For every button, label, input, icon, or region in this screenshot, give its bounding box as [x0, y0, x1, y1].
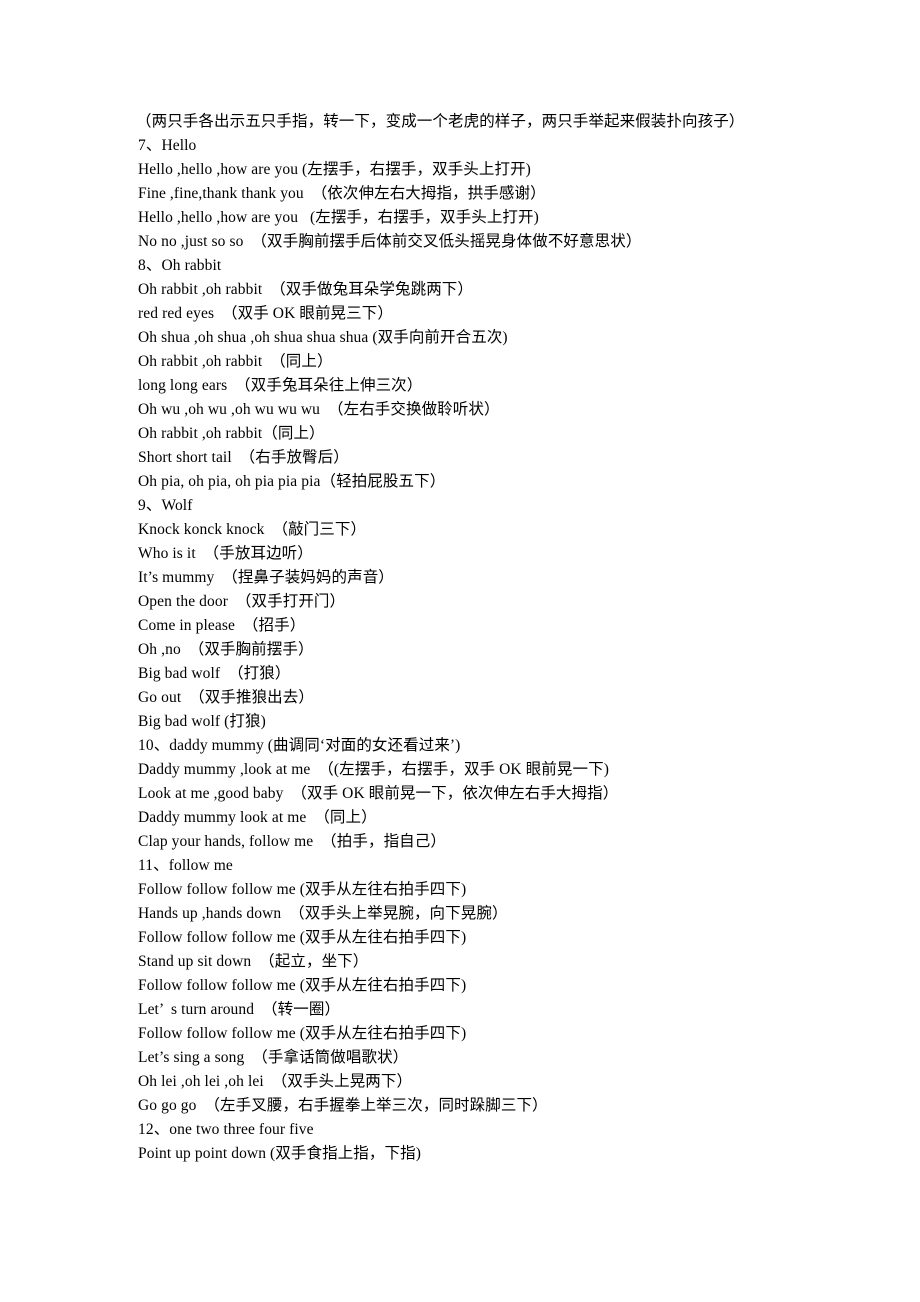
lyric-line: Follow follow follow me (双手从左往右拍手四下)	[138, 977, 467, 994]
lyric-line: Oh wu ,oh wu ,oh wu wu wu （左右手交换做聆听状）	[138, 401, 500, 418]
document-text-body: （两只手各出示五只手指，转一下，变成一个老虎的样子，两只手举起来假装扑向孩子） 7…	[136, 110, 818, 1166]
lyric-line: Big bad wolf （打狼）	[138, 665, 291, 682]
lyric-line: Look at me ,good baby （双手 OK 眼前晃一下，依次伸左右…	[138, 785, 619, 802]
lyric-line: Clap your hands, follow me （拍手，指自己）	[138, 833, 446, 850]
lyric-line: It’s mummy （捏鼻子装妈妈的声音）	[138, 569, 394, 586]
document-page: （两只手各出示五只手指，转一下，变成一个老虎的样子，两只手举起来假装扑向孩子） 7…	[0, 0, 920, 1302]
lyric-line: Let’ s turn around （转一圈）	[138, 1001, 341, 1018]
stage-direction-line: （两只手各出示五只手指，转一下，变成一个老虎的样子，两只手举起来假装扑向孩子）	[136, 113, 745, 130]
lyric-line: Knock konck knock （敲门三下）	[138, 521, 367, 538]
section-heading-line: 7、Hello	[138, 137, 197, 154]
lyric-line: Oh ,no （双手胸前摆手）	[138, 641, 314, 658]
lyric-line: long long ears （双手兔耳朵往上伸三次）	[138, 377, 423, 394]
lyric-line: Hands up ,hands down （双手头上举晃腕，向下晃腕）	[138, 905, 508, 922]
lyric-line: Follow follow follow me (双手从左往右拍手四下)	[138, 1025, 467, 1042]
lyric-line: Go go go （左手叉腰，右手握拳上举三次，同时跺脚三下）	[138, 1097, 548, 1114]
lyric-line: Oh rabbit ,oh rabbit （双手做兔耳朵学兔跳两下）	[138, 281, 474, 298]
lyric-line: Fine ,fine,thank thank you （依次伸左右大拇指，拱手感…	[138, 185, 546, 202]
lyric-line: Hello ,hello ,how are you (左摆手，右摆手，双手头上打…	[138, 209, 539, 226]
lyric-line: Big bad wolf (打狼)	[138, 713, 266, 730]
lyric-line: Open the door （双手打开门）	[138, 593, 346, 610]
lyric-line: red red eyes （双手 OK 眼前晃三下）	[138, 305, 393, 322]
lyric-line: Short short tail （右手放臀后）	[138, 449, 349, 466]
lyric-line: Stand up sit down （起立，坐下）	[138, 953, 369, 970]
lyric-line: Oh lei ,oh lei ,oh lei （双手头上晃两下）	[138, 1073, 413, 1090]
lyric-line: Come in please （招手）	[138, 617, 306, 634]
lyric-line: No no ,just so so （双手胸前摆手后体前交叉低头摇晃身体做不好意…	[138, 233, 642, 250]
lyric-line: Oh rabbit ,oh rabbit（同上）	[138, 425, 325, 442]
lyric-line: Follow follow follow me (双手从左往右拍手四下)	[138, 881, 467, 898]
lyric-line: Daddy mummy look at me （同上）	[138, 809, 377, 826]
section-heading-line: 8、Oh rabbit	[138, 257, 222, 274]
section-heading-line: 10、daddy mummy (曲调同‘对面的女还看过来’)	[138, 737, 461, 754]
lyric-line: Who is it （手放耳边听）	[138, 545, 313, 562]
section-heading-line: 9、Wolf	[138, 497, 193, 514]
lyric-line: Point up point down (双手食指上指，下指)	[138, 1145, 421, 1162]
lyric-line: Daddy mummy ,look at me （(左摆手，右摆手，双手 OK …	[138, 761, 609, 778]
lyric-line: Oh shua ,oh shua ,oh shua shua shua (双手向…	[138, 329, 508, 346]
lyric-line: Let’s sing a song （手拿话筒做唱歌状）	[138, 1049, 409, 1066]
lyric-line: Follow follow follow me (双手从左往右拍手四下)	[138, 929, 467, 946]
lyric-line: Oh pia, oh pia, oh pia pia pia（轻拍屁股五下）	[138, 473, 446, 490]
lyric-line: Oh rabbit ,oh rabbit （同上）	[138, 353, 333, 370]
section-heading-line: 11、follow me	[138, 857, 233, 874]
lyric-line: Hello ,hello ,how are you (左摆手，右摆手，双手头上打…	[138, 161, 531, 178]
section-heading-line: 12、one two three four five	[138, 1121, 314, 1138]
lyric-line: Go out （双手推狼出去）	[138, 689, 314, 706]
